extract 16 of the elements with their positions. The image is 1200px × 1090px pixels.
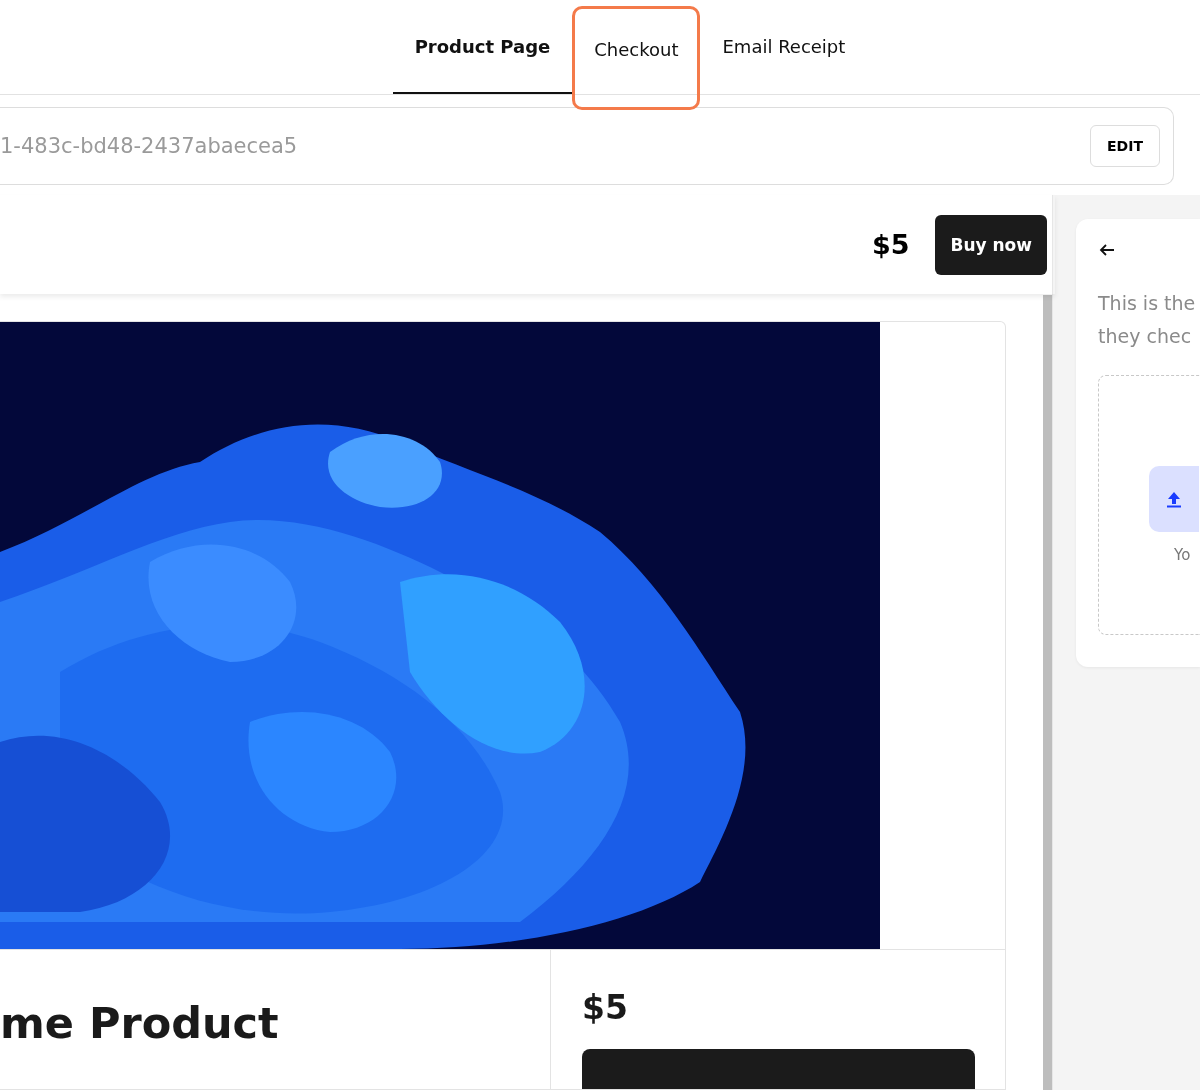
header-price: $5 xyxy=(871,229,910,260)
upload-icon xyxy=(1166,490,1182,508)
tab[interactable]: Checkout xyxy=(572,6,701,110)
description-text: This is the they chec xyxy=(1098,291,1197,349)
product-title: me Product xyxy=(0,998,279,1048)
url-field[interactable]: 1-483c-bd48-2437abaecea5 EDIT xyxy=(0,107,1174,185)
scrollbar[interactable] xyxy=(1043,295,1052,1090)
url-text: 1-483c-bd48-2437abaecea5 xyxy=(0,134,298,158)
edit-button[interactable]: EDIT xyxy=(1090,125,1160,167)
tab[interactable]: Email Receipt xyxy=(700,0,868,94)
product-price: $5 xyxy=(582,988,629,1027)
upload-caption: Yo xyxy=(1174,546,1191,564)
upload-area[interactable]: Yo xyxy=(1098,375,1200,635)
buy-now-button[interactable]: Buy now xyxy=(935,214,1047,275)
tab[interactable]: Product Page xyxy=(392,0,573,94)
upload-button[interactable] xyxy=(1149,466,1199,532)
